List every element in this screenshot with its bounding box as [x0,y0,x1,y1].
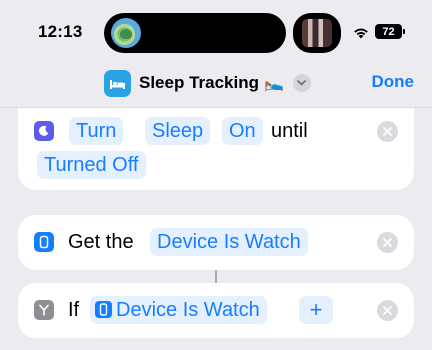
watch-icon [95,301,112,318]
parameter-focus-mode[interactable]: Sleep [145,117,211,145]
album-art-icon [302,19,332,47]
action-connector [215,270,217,283]
action-text-get-the: Get the [68,231,134,253]
variable-device-is-watch[interactable]: Device Is Watch [150,228,308,256]
plus-icon: + [309,297,323,322]
if-condition-variable[interactable]: Device Is Watch [90,296,267,324]
parameter-duration[interactable]: Turned Off [37,151,146,179]
wifi-icon [354,28,368,39]
action-card-get-variable[interactable]: Get the Device Is Watch [18,215,414,270]
battery-tip [403,29,405,34]
action-text-if: If [68,299,80,321]
app-avatar-icon [111,18,141,48]
parameter-state[interactable]: On [222,117,263,145]
add-condition-button[interactable]: + [299,296,333,324]
action-text-until: until [271,120,308,142]
status-bar: 12:13 72 [0,0,432,62]
dynamic-island[interactable] [104,13,286,53]
bed-icon [104,69,131,97]
done-button[interactable]: Done [372,72,415,92]
action-card-focus[interactable]: Turn Sleep On until Turned Off [18,108,414,190]
bed-emoji-icon: 🛌 [264,75,284,92]
remove-action-button[interactable] [377,121,398,142]
shortcut-title-menu[interactable]: Sleep Tracking 🛌 [104,69,311,97]
chevron-down-icon[interactable] [292,74,311,92]
moon-icon [34,121,54,141]
if-condition-label: Device Is Watch [116,299,260,321]
action-card-if[interactable]: If Device Is Watch + [18,283,414,338]
watch-icon [34,232,54,252]
battery-indicator: 72 [375,24,402,39]
parameter-turn[interactable]: Turn [69,117,124,145]
battery-level: 72 [382,25,395,38]
status-time: 12:13 [38,22,83,41]
page-title: Sleep Tracking [139,73,259,92]
remove-action-button[interactable] [377,232,398,253]
remove-action-button[interactable] [377,300,398,321]
branch-icon [34,300,54,320]
now-playing-activity[interactable] [293,13,341,53]
